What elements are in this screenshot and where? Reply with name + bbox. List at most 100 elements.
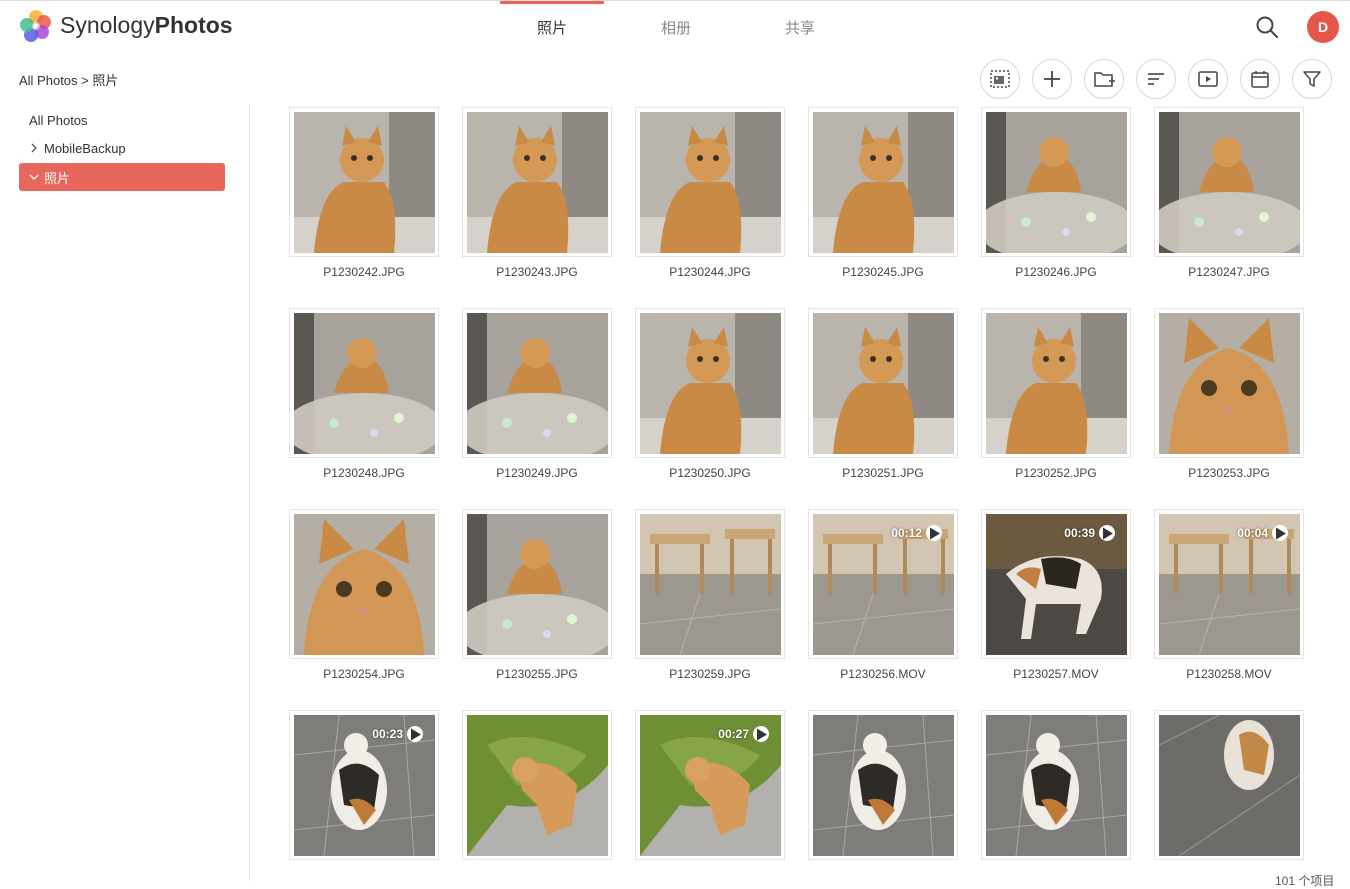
duration-label: 00:12 [891, 526, 922, 540]
select-icon [990, 70, 1010, 88]
photo-filename: P1230249.JPG [496, 466, 578, 480]
photo-thumbnail[interactable] [808, 107, 958, 257]
brand-name-bold: Photos [154, 12, 233, 38]
sidebar-item-label: MobileBackup [44, 140, 126, 156]
chevron-down-icon[interactable] [27, 170, 41, 184]
sidebar-item-label: All Photos [29, 112, 88, 128]
sidebar-item-mobilebackup[interactable]: MobileBackup [19, 134, 225, 162]
photo-image [467, 313, 608, 454]
photo-thumbnail[interactable] [289, 308, 439, 458]
photo-filename: P1230255.JPG [496, 667, 578, 681]
photo-thumbnail[interactable] [635, 509, 785, 659]
photo-image [467, 112, 608, 253]
photo-thumbnail[interactable] [1154, 710, 1304, 860]
photo-image [640, 514, 781, 655]
user-avatar[interactable]: D [1307, 11, 1339, 43]
video-duration: 00:23 [372, 726, 423, 742]
photo-thumbnail[interactable] [1154, 308, 1304, 458]
play-icon [1099, 525, 1115, 541]
photo-image [294, 313, 435, 454]
sort-icon [1148, 73, 1164, 85]
photo-filename: P1230247.JPG [1188, 265, 1270, 279]
photo-image [294, 112, 435, 253]
breadcrumb[interactable]: All Photos > 照片 [19, 70, 118, 89]
app-brand: SynologyPhotos [60, 12, 233, 39]
photo-thumbnail[interactable]: 00:27 [635, 710, 785, 860]
duration-label: 00:27 [718, 727, 749, 741]
photo-image [813, 112, 954, 253]
photo-thumbnail[interactable]: 00:04 [1154, 509, 1304, 659]
photo-thumbnail[interactable] [808, 710, 958, 860]
photo-thumbnail[interactable]: 00:12 [808, 509, 958, 659]
calendar-icon [1251, 71, 1269, 88]
photo-filename: P1230256.MOV [840, 667, 926, 681]
photo-image [467, 514, 608, 655]
duration-label: 00:04 [1237, 526, 1268, 540]
photo-thumbnail[interactable] [289, 509, 439, 659]
photo-image [1159, 313, 1300, 454]
photo-image [467, 715, 608, 856]
sidebar-item-all-photos[interactable]: All Photos [19, 106, 225, 134]
sort-button[interactable] [1136, 59, 1176, 99]
calendar-button[interactable] [1240, 59, 1280, 99]
photo-thumbnail[interactable] [808, 308, 958, 458]
video-duration: 00:12 [891, 525, 942, 541]
photo-thumbnail[interactable] [981, 308, 1131, 458]
photo-image [640, 112, 781, 253]
photo-image [986, 313, 1127, 454]
new-folder-button[interactable] [1084, 59, 1124, 99]
video-duration: 00:39 [1064, 525, 1115, 541]
brand-name-light: Synology [60, 12, 155, 38]
play-icon [1272, 525, 1288, 541]
photo-thumbnail[interactable] [289, 107, 439, 257]
play-icon [926, 525, 942, 541]
photo-thumbnail[interactable] [981, 710, 1131, 860]
top-bar: SynologyPhotos 照片 相册 共享 D [0, 0, 1350, 52]
photo-thumbnail[interactable] [981, 107, 1131, 257]
sidebar-item-label: 照片 [44, 170, 71, 186]
tab-shared[interactable]: 共享 [738, 1, 862, 53]
photo-filename: P1230242.JPG [323, 265, 405, 279]
tab-albums[interactable]: 相册 [614, 1, 738, 53]
photo-filename: P1230243.JPG [496, 265, 578, 279]
main-tabs: 照片 相册 共享 [490, 1, 862, 53]
photo-filename: P1230248.JPG [323, 466, 405, 480]
photo-thumbnail[interactable] [462, 107, 612, 257]
photo-image [813, 313, 954, 454]
slideshow-icon [1198, 71, 1218, 87]
select-button[interactable] [980, 59, 1020, 99]
add-button[interactable] [1032, 59, 1072, 99]
photo-thumbnail[interactable]: 00:23 [289, 710, 439, 860]
photo-filename: P1230245.JPG [842, 265, 924, 279]
chevron-right-icon[interactable] [27, 141, 41, 155]
video-duration: 00:04 [1237, 525, 1288, 541]
video-duration: 00:27 [718, 726, 769, 742]
photo-thumbnail[interactable]: 00:39 [981, 509, 1131, 659]
photo-image [294, 514, 435, 655]
photo-thumbnail[interactable] [462, 710, 612, 860]
photo-image [813, 715, 954, 856]
photo-image [986, 715, 1127, 856]
tab-photos[interactable]: 照片 [490, 1, 614, 53]
filter-icon [1303, 71, 1321, 87]
sidebar: All Photos MobileBackup 照片 [0, 104, 250, 881]
photo-filename: P1230246.JPG [1015, 265, 1097, 279]
photo-image [1159, 112, 1300, 253]
toolbar [980, 59, 1332, 99]
photo-thumbnail[interactable] [635, 308, 785, 458]
photo-filename: P1230250.JPG [669, 466, 751, 480]
photo-image [640, 313, 781, 454]
photo-thumbnail[interactable] [635, 107, 785, 257]
photo-thumbnail[interactable] [462, 308, 612, 458]
play-icon [753, 726, 769, 742]
filter-button[interactable] [1292, 59, 1332, 99]
search-icon[interactable] [1254, 14, 1280, 40]
sidebar-item-photos-folder[interactable]: 照片 [19, 163, 225, 191]
photo-thumbnail[interactable] [1154, 107, 1304, 257]
photo-filename: P1230258.MOV [1186, 667, 1272, 681]
photo-image [986, 112, 1127, 253]
photo-thumbnail[interactable] [462, 509, 612, 659]
slideshow-button[interactable] [1188, 59, 1228, 99]
play-icon [407, 726, 423, 742]
add-icon [1044, 71, 1060, 87]
